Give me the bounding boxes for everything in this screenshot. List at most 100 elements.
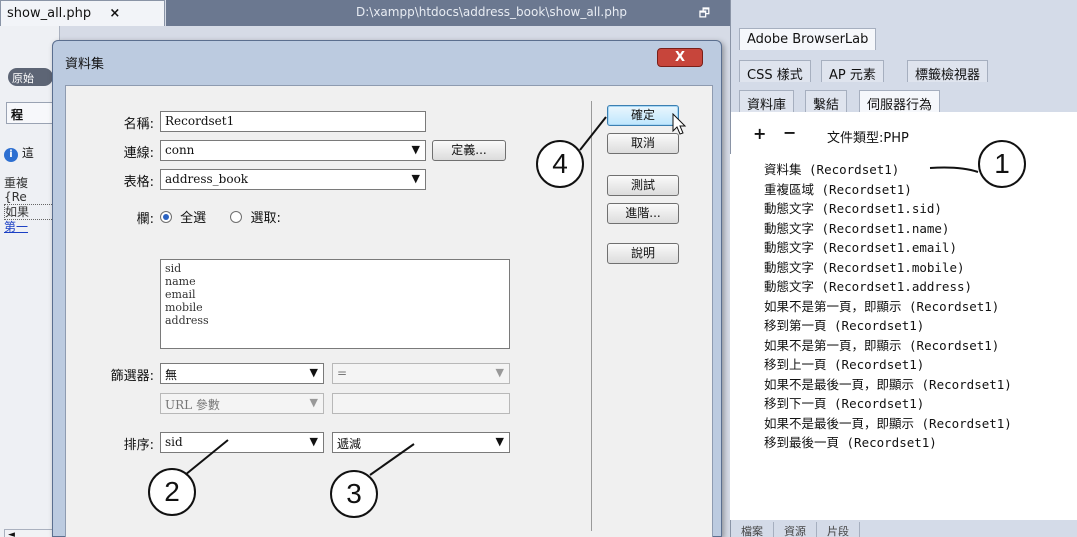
list-item[interactable]: 如果不是最後一頁，即顯示 (Recordset1) [764,375,1012,395]
list-item[interactable]: sid [165,262,505,275]
list-item[interactable]: 移到最後一頁 (Recordset1) [764,433,1012,453]
callout-3: 3 [330,470,378,518]
tab-css-styles[interactable]: CSS 樣式 [739,60,811,83]
ok-button[interactable]: 確定 [607,105,679,126]
chevron-down-icon: ▼ [495,366,504,379]
document-tab[interactable]: show_all.php × [0,0,165,26]
list-item[interactable]: 資料集 (Recordset1) [764,160,1012,180]
list-item[interactable]: 動態文字 (Recordset1.address) [764,277,1012,297]
list-item[interactable]: mobile [165,301,505,314]
test-button[interactable]: 測試 [607,175,679,196]
radio-all[interactable] [160,211,172,223]
name-field[interactable]: Recordset1 [160,111,426,132]
list-item[interactable]: 動態文字 (Recordset1.mobile) [764,258,1012,278]
restore-window-icon[interactable]: 🗗 [699,4,710,25]
columns-list[interactable]: sid name email mobile address [160,259,510,349]
list-item[interactable]: 動態文字 (Recordset1.sid) [764,199,1012,219]
callout-1: 1 [978,140,1026,188]
mouse-cursor-icon [672,113,687,135]
info-text: 這 [21,146,34,160]
tab-snippets[interactable]: 片段 [817,522,860,537]
editor-toolbar-button[interactable]: 程 [6,102,56,124]
right-panels: Adobe BrowserLab CSS 樣式 AP 元素 標籤檢視器 資料庫 … [730,0,1077,537]
name-label: 名稱: [123,117,154,132]
list-item[interactable]: 動態文字 (Recordset1.name) [764,219,1012,239]
tab-assets[interactable]: 資源 [774,522,817,537]
table-label: 表格: [123,175,154,190]
cancel-button[interactable]: 取消 [607,133,679,154]
filter-value: 無 [165,368,178,382]
list-item[interactable]: name [165,275,505,288]
filter-label: 篩選器: [110,369,154,384]
editor-body: 原始 程 i 這 重複 {Re 如果 第一 ◄ [0,26,60,537]
document-path-bar: D:\xampp\htdocs\address_book\show_all.ph… [166,0,730,26]
list-item[interactable]: 移到第一頁 (Recordset1) [764,316,1012,336]
info-bar: i 這 [4,144,34,162]
filter-operator: = [337,366,348,380]
filter-operator-select[interactable]: = ▼ [332,363,510,384]
dialog-close-button[interactable]: X [657,48,703,67]
filter-param-select[interactable]: URL 參數 ▼ [160,393,324,414]
list-item[interactable]: 如果不是最後一頁，即顯示 (Recordset1) [764,414,1012,434]
filter-value-field[interactable] [332,393,510,414]
callout-4: 4 [536,140,584,188]
add-behavior-icon[interactable]: + [753,124,766,143]
chevron-down-icon: ▼ [495,435,504,448]
list-item[interactable]: 如果不是第一頁，即顯示 (Recordset1) [764,336,1012,356]
radio-all-label: 全選 [180,211,207,226]
define-button[interactable]: 定義... [432,140,506,161]
list-item[interactable]: 重複區域 (Recordset1) [764,180,1012,200]
filter-param: URL 參數 [165,398,220,412]
list-item[interactable]: 移到上一頁 (Recordset1) [764,355,1012,375]
bottom-panel-tabs: 檔案 資源 片段 [730,520,1077,537]
connection-select[interactable]: conn ▼ [160,140,426,161]
chevron-down-icon: ▼ [309,366,318,379]
radio-select-label: 選取: [250,211,281,226]
list-item[interactable]: address [165,314,505,327]
document-path: D:\xampp\htdocs\address_book\show_all.ph… [356,5,628,19]
columns-radio-group: 全選 選取: [160,207,281,226]
list-item[interactable]: 移到下一頁 (Recordset1) [764,394,1012,414]
tab-tag-inspector[interactable]: 標籤檢視器 [907,60,989,83]
chevron-down-icon: ▼ [411,172,420,185]
sort-label: 排序: [123,438,154,453]
callout-2: 2 [148,468,196,516]
sort-field: sid [165,435,183,449]
chevron-down-icon: ▼ [309,435,318,448]
tab-browserlab[interactable]: Adobe BrowserLab [739,28,877,50]
sort-field-select[interactable]: sid ▼ [160,432,324,453]
document-tab-title: show_all.php [7,6,92,21]
table-value: address_book [165,172,249,186]
sort-order-select[interactable]: 遞減 ▼ [332,432,510,453]
connection-label: 連線: [123,146,154,161]
tab-databases[interactable]: 資料庫 [739,90,795,113]
list-item[interactable]: 如果不是第一頁，即顯示 (Recordset1) [764,297,1012,317]
sort-order: 遞減 [337,437,362,451]
design-link[interactable]: 第一 [4,220,28,234]
server-behaviors-list: 資料集 (Recordset1) 重複區域 (Recordset1) 動態文字 … [764,160,1012,453]
tab-files[interactable]: 檔案 [731,522,774,537]
remove-behavior-icon[interactable]: − [783,123,796,142]
chevron-down-icon: ▼ [411,143,420,156]
connection-value: conn [165,143,195,157]
filter-select[interactable]: 無 ▼ [160,363,324,384]
panel-tabs-area: Adobe BrowserLab CSS 樣式 AP 元素 標籤檢視器 資料庫 … [730,0,1077,113]
table-select[interactable]: address_book ▼ [160,169,426,190]
code-view-button[interactable]: 原始 [8,68,53,86]
scroll-left-icon[interactable]: ◄ [8,530,15,537]
recordset-dialog: 資料集 X 名稱: Recordset1 連線: conn ▼ 定義... 表格… [52,40,722,537]
close-tab-icon[interactable]: × [109,6,120,21]
advanced-button[interactable]: 進階... [607,203,679,224]
tab-ap-elements[interactable]: AP 元素 [821,60,884,83]
list-item[interactable]: email [165,288,505,301]
list-item[interactable]: 動態文字 (Recordset1.email) [764,238,1012,258]
tab-server-behaviors[interactable]: 伺服器行為 [859,90,941,113]
dialog-title: 資料集 [65,57,105,72]
help-button[interactable]: 說明 [607,243,679,264]
chevron-down-icon: ▼ [309,396,318,409]
dialog-divider [591,101,592,531]
tab-bindings[interactable]: 繫結 [805,90,848,113]
radio-select[interactable] [230,211,243,223]
info-icon: i [4,148,18,162]
design-line: 如果 [4,204,54,220]
